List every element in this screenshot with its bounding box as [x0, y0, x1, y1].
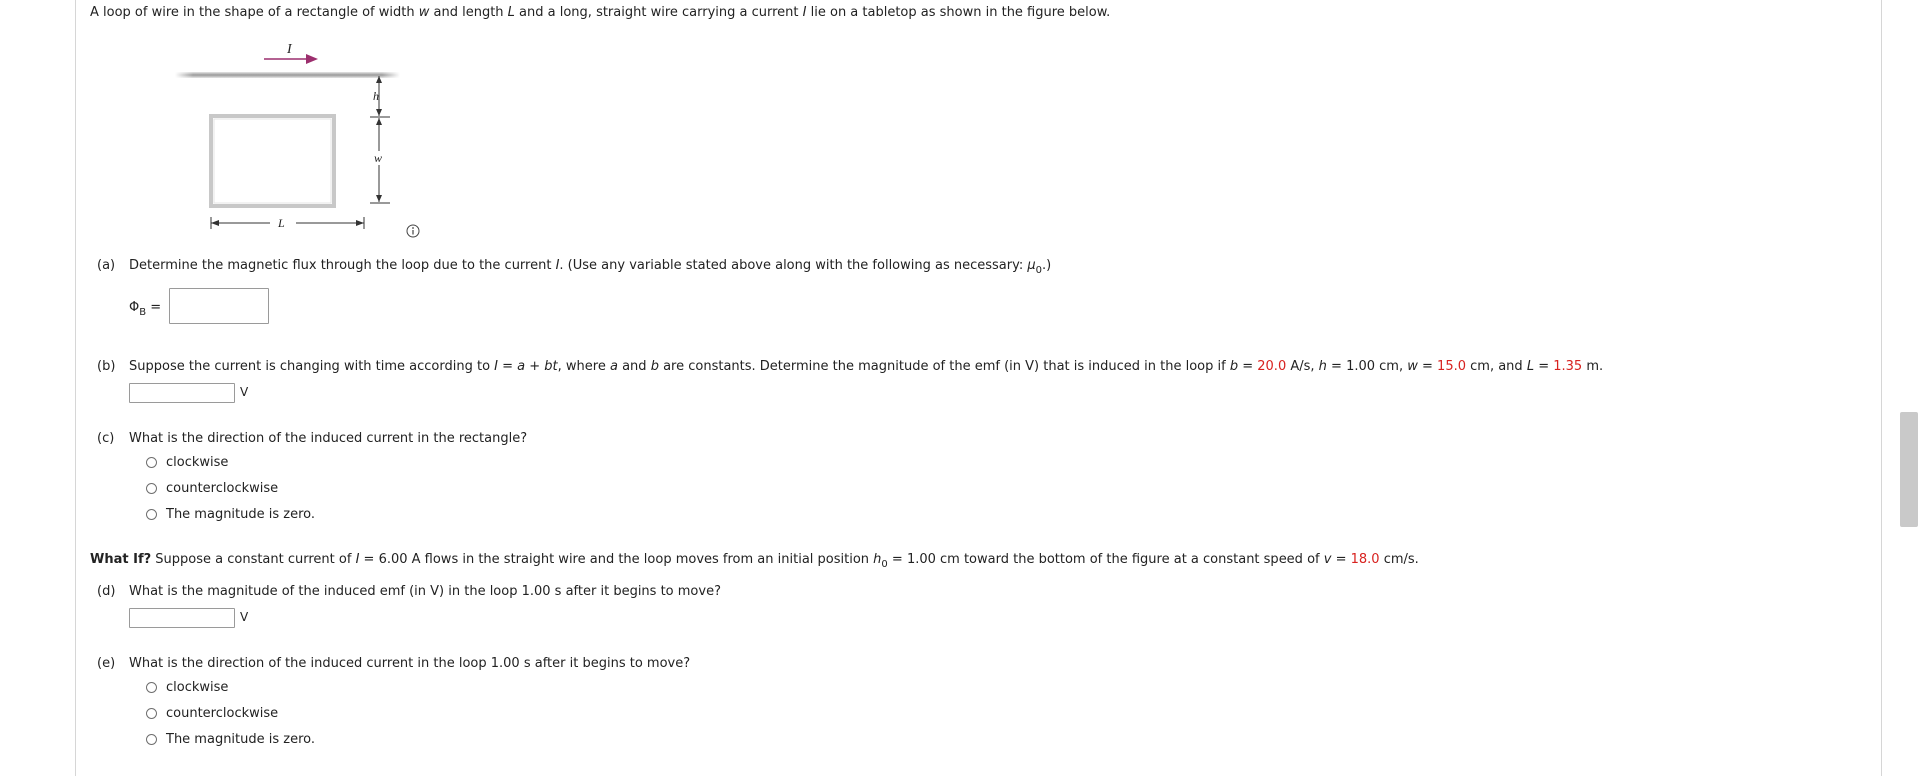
option-c-counterclockwise[interactable]: counterclockwise: [166, 481, 278, 496]
part-a-label: (a): [97, 258, 116, 273]
unit-d: V: [240, 610, 249, 624]
part-a-question: Determine the magnetic flux through the …: [129, 258, 1052, 276]
part-c-question: What is the direction of the induced cur…: [129, 431, 528, 446]
radio-e-clockwise[interactable]: [146, 682, 157, 693]
w-label: w: [374, 151, 382, 165]
unit-b: V: [240, 385, 249, 399]
emf-answer-input-d[interactable]: [129, 608, 235, 628]
radio-c-clockwise[interactable]: [146, 457, 157, 468]
what-if-text: What If? Suppose a constant current of I…: [90, 552, 1419, 570]
phi-b-label: ΦB =: [129, 300, 162, 318]
radio-e-zero[interactable]: [146, 734, 157, 745]
radio-c-zero[interactable]: [146, 509, 157, 520]
flux-answer-input[interactable]: [169, 288, 269, 324]
part-c-label: (c): [97, 431, 115, 446]
info-icon[interactable]: [406, 224, 420, 238]
loop-figure: I h w L: [170, 36, 430, 246]
option-e-counterclockwise[interactable]: counterclockwise: [166, 706, 278, 721]
current-label: I: [286, 42, 293, 57]
option-e-clockwise[interactable]: clockwise: [166, 680, 228, 695]
h-label: h: [373, 89, 379, 103]
radio-e-counterclockwise[interactable]: [146, 708, 157, 719]
part-b-label: (b): [97, 359, 116, 374]
part-e-label: (e): [97, 656, 116, 671]
option-c-clockwise[interactable]: clockwise: [166, 455, 228, 470]
L-label: L: [277, 216, 285, 230]
scrollbar-thumb[interactable]: [1900, 412, 1918, 527]
part-e-question: What is the direction of the induced cur…: [129, 656, 691, 671]
option-e-zero[interactable]: The magnitude is zero.: [166, 732, 315, 747]
part-d-question: What is the magnitude of the induced emf…: [129, 584, 721, 599]
part-d-label: (d): [97, 584, 116, 599]
intro-text: A loop of wire in the shape of a rectang…: [90, 5, 1111, 20]
option-c-zero[interactable]: The magnitude is zero.: [166, 507, 315, 522]
wire-loop: [209, 114, 336, 208]
loop-diagram: I h w L: [175, 42, 400, 230]
radio-c-counterclockwise[interactable]: [146, 483, 157, 494]
part-b-question: Suppose the current is changing with tim…: [129, 359, 1604, 374]
current-arrow-head: [306, 54, 318, 64]
emf-answer-input-b[interactable]: [129, 383, 235, 403]
